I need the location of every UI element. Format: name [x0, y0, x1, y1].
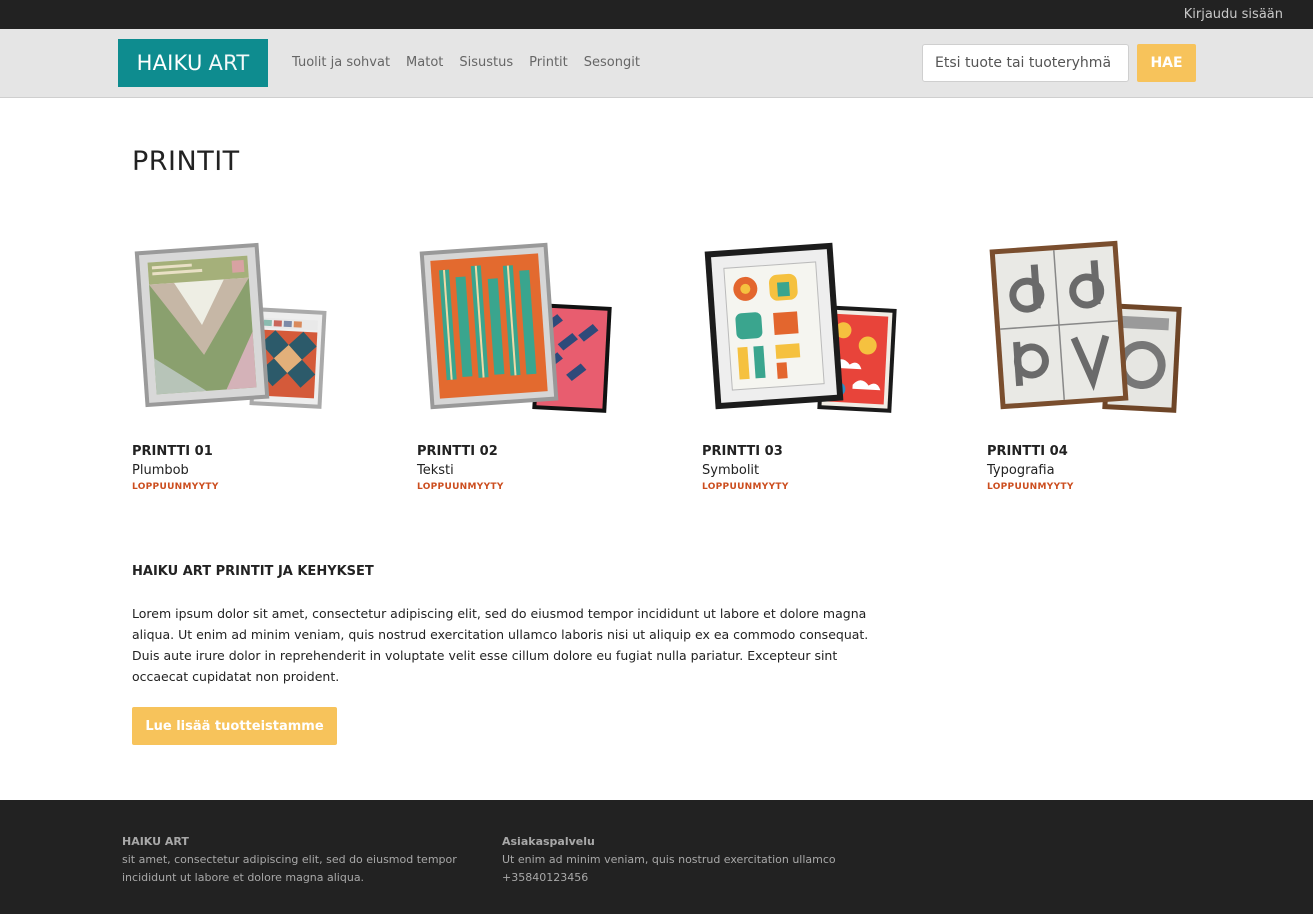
- nav-item-matot[interactable]: Matot: [406, 55, 443, 70]
- status-badge: LOPPUUNMYYTY: [417, 482, 504, 492]
- search-input[interactable]: [922, 44, 1129, 82]
- search-button[interactable]: HAE: [1137, 44, 1196, 82]
- product-card-2: PRINTTI 02 Teksti LOPPUUNMYYTY: [417, 235, 617, 492]
- product-name[interactable]: PRINTTI 02: [417, 444, 617, 459]
- read-more-button[interactable]: Lue lisää tuotteistamme: [132, 707, 337, 745]
- status-badge: LOPPUUNMYYTY: [702, 482, 789, 492]
- footer-support-title: Asiakaspalvelu: [502, 835, 595, 848]
- footer-company-title: HAIKU ART: [122, 835, 189, 848]
- logo-text-art: ART: [208, 51, 250, 75]
- main-navbar: HAIKU ART Tuolit ja sohvat Matot Sisustu…: [0, 29, 1313, 98]
- product-subtitle: Plumbob: [132, 463, 189, 478]
- product-subtitle: Typografia: [987, 463, 1055, 478]
- logo-text-haiku: HAIKU: [136, 51, 203, 75]
- nav-item-printit[interactable]: Printit: [529, 55, 568, 70]
- product-image-printti-01[interactable]: [132, 235, 332, 420]
- login-link[interactable]: Kirjaudu sisään: [1184, 7, 1283, 22]
- footer: HAIKU ART sit amet, consectetur adipisci…: [0, 800, 1313, 914]
- section-heading: HAIKU ART PRINTIT JA KEHYKSET: [132, 564, 374, 579]
- product-image-printti-04[interactable]: [987, 235, 1187, 420]
- product-name[interactable]: PRINTTI 03: [702, 444, 902, 459]
- logo[interactable]: HAIKU ART: [118, 39, 268, 87]
- page-title: PRINTIT: [132, 146, 240, 177]
- nav-item-sesongit[interactable]: Sesongit: [584, 55, 640, 70]
- category-nav: Tuolit ja sohvat Matot Sisustus Printit …: [292, 55, 640, 70]
- product-subtitle: Teksti: [417, 463, 454, 478]
- footer-support-line: Ut enim ad minim veniam, quis nostrud ex…: [502, 853, 836, 866]
- status-badge: LOPPUUNMYYTY: [987, 482, 1074, 492]
- product-image-printti-03[interactable]: [702, 235, 902, 420]
- product-image-printti-02[interactable]: [417, 235, 617, 420]
- nav-item-tuolit-ja-sohvat[interactable]: Tuolit ja sohvat: [292, 55, 390, 70]
- product-name[interactable]: PRINTTI 04: [987, 444, 1187, 459]
- footer-company-line: incididunt ut labore et dolore magna ali…: [122, 871, 365, 884]
- footer-phone[interactable]: +35840123456: [502, 869, 836, 887]
- nav-item-sisustus[interactable]: Sisustus: [459, 55, 513, 70]
- footer-column-company: HAIKU ART sit amet, consectetur adipisci…: [122, 833, 457, 887]
- product-name[interactable]: PRINTTI 01: [132, 444, 332, 459]
- section-body: Lorem ipsum dolor sit amet, consectetur …: [132, 606, 869, 684]
- status-badge: LOPPUUNMYYTY: [132, 482, 219, 492]
- product-card-4: PRINTTI 04 Typografia LOPPUUNMYYTY: [987, 235, 1187, 492]
- product-card-1: PRINTTI 01 Plumbob LOPPUUNMYYTY: [132, 235, 332, 492]
- footer-column-support: Asiakaspalvelu Ut enim ad minim veniam, …: [502, 833, 836, 887]
- footer-company-line: sit amet, consectetur adipiscing elit, s…: [122, 853, 457, 866]
- product-subtitle: Symbolit: [702, 463, 760, 478]
- product-card-3: PRINTTI 03 Symbolit LOPPUUNMYYTY: [702, 235, 902, 492]
- top-bar: Kirjaudu sisään: [0, 0, 1313, 29]
